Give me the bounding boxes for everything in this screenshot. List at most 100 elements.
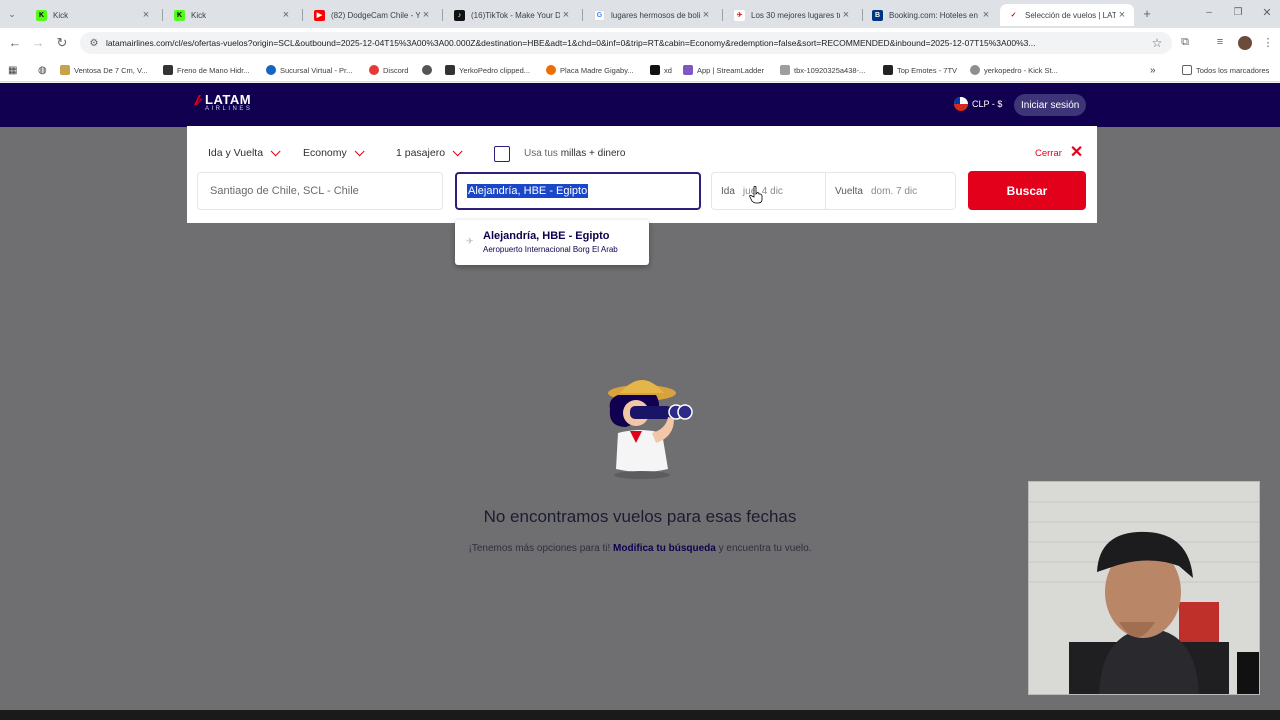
cabin-select[interactable]: Economy: [303, 145, 365, 159]
globe-icon[interactable]: ◍: [38, 63, 47, 77]
tab-title: Kick: [53, 10, 69, 20]
site-header: LATAM AIRLINES CLP - $ Iniciar sesión: [0, 83, 1280, 127]
browser-tab[interactable]: ▶ (82) DodgeCam Chile - Yo ×: [306, 4, 438, 26]
bookmark-item[interactable]: YerkoPedro clipped...: [445, 63, 530, 77]
browser-tab[interactable]: B Booking.com: Hoteles en ×: [864, 4, 998, 26]
browser-tab[interactable]: ♪ (16)TikTok - Make Your Da ×: [446, 4, 578, 26]
browser-tab[interactable]: ✈ Los 30 mejores lugares tu ×: [726, 4, 858, 26]
tiktok-favicon-icon: ♪: [454, 9, 465, 21]
extensions-icon[interactable]: ⧉: [1178, 36, 1192, 49]
more-menu-icon[interactable]: ⋮: [1261, 36, 1275, 49]
bookmark-item[interactable]: tbx-10920325a438-...: [780, 63, 865, 77]
bookmark-favicon-icon: [369, 65, 379, 75]
bookmark-item[interactable]: App | StreamLadder: [683, 63, 764, 77]
bookmark-favicon-icon: [546, 65, 556, 75]
bookmark-item[interactable]: xd: [650, 63, 672, 77]
bookmark-favicon-icon: [60, 65, 70, 75]
new-tab-button[interactable]: +: [1139, 6, 1155, 22]
bookmark-item[interactable]: Placa Madre Gigaby...: [546, 63, 634, 77]
restore-icon[interactable]: ❐: [1230, 5, 1246, 21]
tab-close-icon[interactable]: ×: [700, 9, 712, 21]
tab-close-icon[interactable]: ×: [140, 9, 152, 21]
tab-close-icon[interactable]: ×: [560, 9, 572, 21]
close-icon: ✕: [1069, 144, 1084, 161]
bookmarks-bar: ▦ ◍ Ventosa De 7 Cm, V... Freno de Mano …: [0, 58, 1280, 82]
inbound-date-field[interactable]: Vuelta dom. 7 dic: [826, 173, 917, 209]
tab-close-icon[interactable]: ×: [1116, 9, 1128, 21]
apps-grid-icon[interactable]: ▦: [8, 63, 17, 77]
hand-cursor-icon: [749, 186, 763, 204]
outbound-date-field[interactable]: Ida jue. 4 dic: [712, 173, 826, 209]
chevron-down-icon: [452, 145, 463, 156]
tab-title: Kick: [191, 10, 207, 20]
folder-icon: [1182, 65, 1192, 75]
login-button[interactable]: Iniciar sesión: [1014, 94, 1087, 116]
screen-bottom-edge: [0, 710, 1280, 720]
bookmark-star-icon[interactable]: ☆: [1148, 36, 1166, 50]
browser-toolbar: ← → ↻ ⚙ latamairlines.com/cl/es/ofertas-…: [0, 28, 1280, 58]
latam-logo[interactable]: LATAM AIRLINES: [193, 93, 252, 112]
tab-title: (16)TikTok - Make Your Da: [471, 10, 560, 20]
destination-selected-text: Alejandría, HBE - Egipto: [467, 184, 589, 198]
bookmark-favicon-icon: [780, 65, 790, 75]
browser-tab-active[interactable]: ✓ Selección de vuelos | LAT ×: [1000, 4, 1134, 26]
suggestion-title: Alejandría, HBE - Egipto: [483, 230, 610, 242]
miles-checkbox[interactable]: [494, 146, 510, 162]
bookmark-item[interactable]: yerkopedro - Kick St...: [970, 63, 1058, 77]
latam-favicon-icon: ✓: [1008, 9, 1019, 21]
tab-close-icon[interactable]: ×: [280, 9, 292, 21]
suggestion-subtitle: Aeropuerto Internacional Borg El Arab: [483, 245, 618, 254]
url-text: latamairlines.com/cl/es/ofertas-vuelos?o…: [106, 38, 1036, 48]
trip-type-select[interactable]: Ida y Vuelta: [208, 145, 281, 159]
tab-title: lugares hermosos de boli: [611, 10, 700, 20]
browser-tab[interactable]: K Kick ×: [166, 4, 298, 26]
reload-icon[interactable]: ↻: [54, 35, 70, 51]
profile-avatar[interactable]: [1238, 36, 1252, 50]
media-controls-icon[interactable]: ≡: [1213, 36, 1227, 48]
airplane-icon: ✈: [466, 236, 474, 246]
currency-selector[interactable]: CLP - $: [954, 97, 1002, 111]
tab-close-icon[interactable]: ×: [980, 9, 992, 21]
browser-tab[interactable]: K Kick ×: [28, 4, 158, 26]
browser-tab-strip: ⌄ K Kick × K Kick × ▶ (82) DodgeCam Chil…: [0, 0, 1280, 28]
bookmark-item[interactable]: Sucursal Virtual - Pr...: [266, 63, 352, 77]
origin-input[interactable]: Santiago de Chile, SCL - Chile: [197, 172, 443, 210]
bookmark-item[interactable]: Ventosa De 7 Cm, V...: [60, 63, 148, 77]
bookmark-item[interactable]: Freno de Mano Hidr...: [163, 63, 250, 77]
minimize-icon[interactable]: –: [1201, 5, 1217, 21]
bookmarks-overflow-icon[interactable]: »: [1150, 63, 1156, 77]
passengers-select[interactable]: 1 pasajero: [396, 145, 463, 159]
tab-close-icon[interactable]: ×: [840, 9, 852, 21]
close-window-icon[interactable]: ✕: [1259, 5, 1275, 21]
site-info-icon[interactable]: ⚙: [86, 38, 102, 49]
bookmark-item[interactable]: Top Emotes - 7TV: [883, 63, 957, 77]
google-favicon-icon: G: [594, 9, 605, 21]
tab-title: (82) DodgeCam Chile - Yo: [331, 10, 420, 20]
tab-title: Selección de vuelos | LAT: [1025, 10, 1116, 20]
forward-icon[interactable]: →: [30, 35, 46, 51]
chevron-down-icon: [354, 145, 365, 156]
destination-suggestion[interactable]: ✈ Alejandría, HBE - Egipto Aeropuerto In…: [455, 220, 649, 265]
bookmark-item[interactable]: Discord: [369, 63, 408, 77]
bookmark-favicon-icon: [422, 65, 432, 75]
bookmark-favicon-icon: [445, 65, 455, 75]
chevron-down-icon: [270, 145, 281, 156]
kick-favicon-icon: K: [36, 9, 47, 21]
address-bar[interactable]: ⚙ latamairlines.com/cl/es/ofertas-vuelos…: [80, 32, 1172, 54]
close-search-button[interactable]: Cerrar ✕: [1035, 144, 1084, 161]
modify-search-link[interactable]: Modifica tu búsqueda: [613, 543, 716, 554]
bookmark-item[interactable]: [422, 63, 436, 77]
tab-close-icon[interactable]: ×: [420, 9, 432, 21]
tab-title: Booking.com: Hoteles en: [889, 10, 978, 20]
browser-tab[interactable]: G lugares hermosos de boli ×: [586, 4, 718, 26]
back-icon[interactable]: ←: [7, 35, 23, 51]
search-button[interactable]: Buscar: [968, 171, 1086, 210]
bookmark-favicon-icon: [970, 65, 980, 75]
kick-favicon-icon: K: [174, 9, 185, 21]
date-range-input[interactable]: Ida jue. 4 dic Vuelta dom. 7 dic: [711, 172, 956, 210]
destination-input[interactable]: Alejandría, HBE - Egipto: [455, 172, 701, 210]
all-bookmarks[interactable]: Todos los marcadores: [1182, 63, 1269, 77]
youtube-favicon-icon: ▶: [314, 9, 325, 21]
binoculars-traveler-illustration: [608, 380, 693, 479]
tab-search-icon[interactable]: ⌄: [4, 6, 20, 22]
